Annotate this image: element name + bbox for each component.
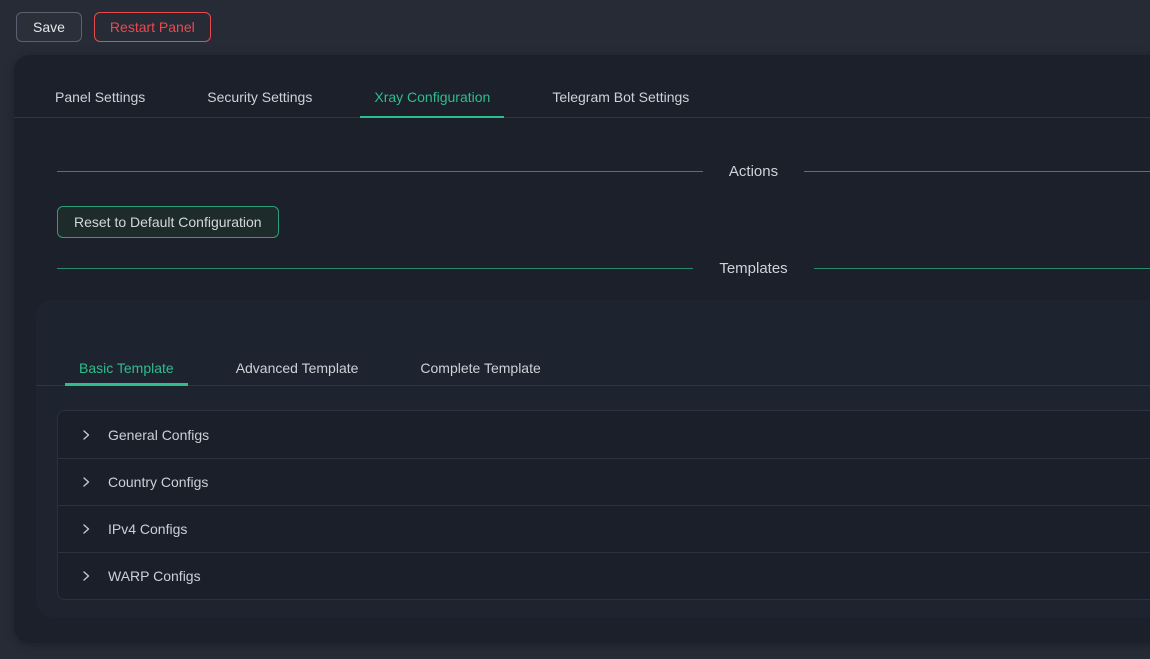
collapse-country-configs[interactable]: Country Configs — [58, 458, 1150, 505]
collapse-ipv4-configs[interactable]: IPv4 Configs — [58, 505, 1150, 552]
tab-telegram-bot-settings[interactable]: Telegram Bot Settings — [538, 55, 703, 117]
divider-line — [57, 268, 693, 269]
collapse-label: WARP Configs — [108, 568, 201, 584]
config-collapse-list: General Configs Country Configs IPv4 Con… — [57, 410, 1150, 600]
actions-divider: Actions — [57, 161, 1150, 181]
templates-card: Basic Template Advanced Template Complet… — [36, 300, 1150, 617]
divider-line — [804, 171, 1150, 172]
templates-tabbar: Basic Template Advanced Template Complet… — [36, 300, 1150, 386]
reset-to-default-button[interactable]: Reset to Default Configuration — [57, 206, 279, 238]
templates-divider: Templates — [57, 258, 1150, 278]
collapse-warp-configs[interactable]: WARP Configs — [58, 552, 1150, 599]
collapse-label: IPv4 Configs — [108, 521, 187, 537]
tab-xray-configuration[interactable]: Xray Configuration — [360, 55, 504, 117]
tab-basic-template[interactable]: Basic Template — [65, 300, 188, 385]
save-button[interactable]: Save — [16, 12, 82, 42]
actions-section-title: Actions — [729, 163, 778, 180]
chevron-right-icon — [80, 523, 92, 535]
tab-complete-template[interactable]: Complete Template — [406, 300, 554, 385]
toolbar: Save Restart Panel — [0, 0, 1150, 55]
collapse-general-configs[interactable]: General Configs — [58, 411, 1150, 458]
restart-panel-button[interactable]: Restart Panel — [94, 12, 211, 42]
settings-tabbar: Panel Settings Security Settings Xray Co… — [14, 55, 1150, 118]
chevron-right-icon — [80, 476, 92, 488]
tab-advanced-template[interactable]: Advanced Template — [222, 300, 373, 385]
chevron-right-icon — [80, 570, 92, 582]
chevron-right-icon — [80, 429, 92, 441]
divider-line — [814, 268, 1150, 269]
collapse-label: Country Configs — [108, 474, 208, 490]
divider-line — [57, 171, 703, 172]
collapse-label: General Configs — [108, 427, 209, 443]
templates-section-title: Templates — [719, 260, 787, 277]
settings-card: Panel Settings Security Settings Xray Co… — [14, 55, 1150, 643]
tab-panel-settings[interactable]: Panel Settings — [41, 55, 159, 117]
tab-security-settings[interactable]: Security Settings — [193, 55, 326, 117]
